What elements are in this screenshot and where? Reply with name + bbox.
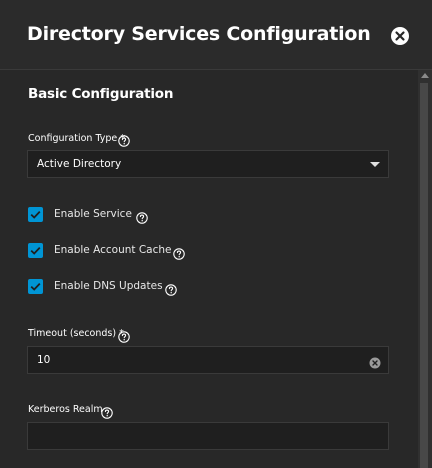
enable-account-cache-checkbox[interactable] — [28, 243, 43, 258]
enable-service-label: Enable Service — [54, 208, 132, 220]
enable-dns-updates-help-icon[interactable] — [165, 281, 177, 296]
scrollbar-thumb[interactable] — [420, 83, 428, 468]
enable-service-checkbox[interactable] — [28, 207, 43, 222]
kerberos-realm-field[interactable] — [27, 422, 389, 450]
clear-icon[interactable] — [369, 354, 381, 369]
kerberos-realm-label: Kerberos Realm — [28, 404, 103, 415]
enable-dns-updates-label: Enable DNS Updates — [54, 280, 163, 292]
scroll-up-arrow-icon[interactable] — [421, 73, 429, 78]
timeout-label: Timeout (seconds) * — [28, 328, 124, 339]
enable-dns-updates-checkbox[interactable] — [28, 279, 43, 294]
enable-account-cache-label: Enable Account Cache — [54, 244, 172, 256]
close-icon[interactable] — [390, 26, 410, 46]
directory-services-dialog: Directory Services Configuration Basic C… — [0, 0, 432, 468]
timeout-help-icon[interactable] — [118, 328, 130, 343]
enable-account-cache-help-icon[interactable] — [173, 245, 185, 260]
chevron-down-icon — [370, 162, 380, 167]
timeout-input[interactable] — [28, 347, 358, 373]
vertical-scrollbar[interactable] — [418, 70, 432, 468]
enable-service-help-icon[interactable] — [136, 209, 148, 224]
configuration-type-select[interactable]: Active Directory — [27, 150, 389, 178]
configuration-type-value: Active Directory — [37, 158, 122, 170]
section-title: Basic Configuration — [28, 86, 174, 102]
kerberos-realm-input[interactable] — [28, 423, 358, 449]
dialog-header: Directory Services Configuration — [0, 0, 432, 70]
timeout-field[interactable] — [27, 346, 389, 374]
dialog-title: Directory Services Configuration — [27, 23, 371, 45]
kerberos-realm-help-icon[interactable] — [101, 404, 113, 419]
configuration-type-help-icon[interactable] — [118, 132, 130, 147]
configuration-type-label: Configuration Type * — [28, 133, 126, 144]
